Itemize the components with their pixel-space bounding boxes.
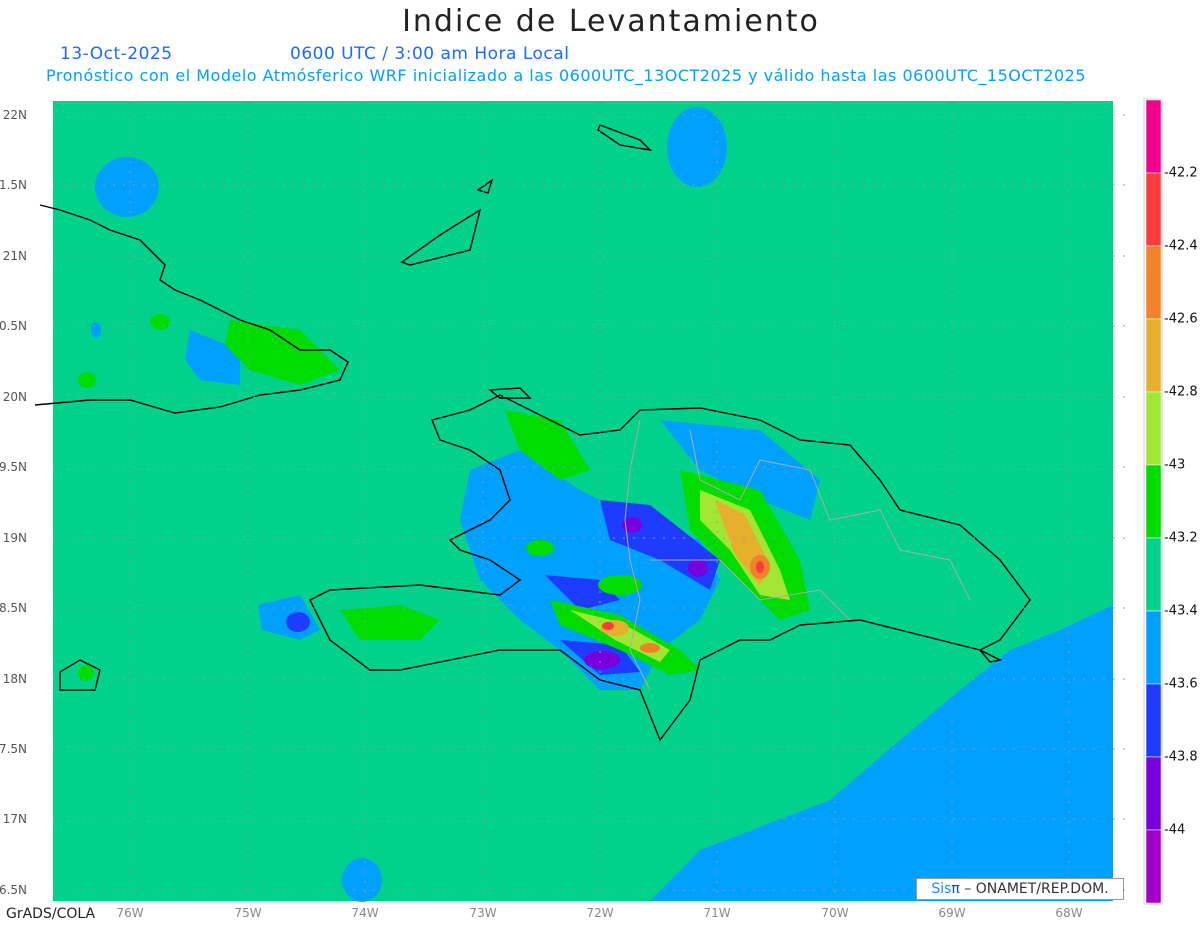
lon-label: 75W — [234, 906, 262, 920]
colorbar-label: -42.2 — [1164, 165, 1198, 181]
grads-footer: GrADS/COLA — [6, 906, 96, 922]
lat-label: 6.5N — [0, 883, 27, 897]
colorbar-swatch — [1145, 172, 1162, 247]
colorbar-swatch — [1145, 537, 1162, 612]
forecast-time: 0600 UTC / 3:00 am Hora Local — [290, 44, 570, 64]
map-canvas — [34, 98, 1163, 905]
brand-pi: π — [951, 881, 960, 897]
colorbar-swatch — [1145, 610, 1162, 685]
colorbar-swatch — [1145, 829, 1162, 904]
brand-sis: Sis — [931, 881, 952, 897]
lon-label: 76W — [116, 906, 144, 920]
lat-label: 1.5N — [0, 178, 27, 192]
colorbar-swatch — [1145, 756, 1162, 831]
lat-label: 21N — [2, 249, 27, 263]
colorbar-label: -43.2 — [1164, 530, 1198, 546]
lon-label: 68W — [1055, 906, 1083, 920]
lon-label: 73W — [469, 906, 497, 920]
colorbar-swatch — [1145, 683, 1162, 758]
credit-box: Sisπ – ONAMET/REP.DOM. — [916, 878, 1124, 900]
lat-label: 22N — [2, 108, 27, 122]
lat-label: 7.5N — [0, 742, 27, 756]
colorbar-swatch — [1145, 391, 1162, 466]
colorbar-label: -43.8 — [1164, 749, 1198, 765]
lat-label: 19N — [2, 531, 27, 545]
lat-label: 9.5N — [0, 460, 27, 474]
colorbar-swatch — [1145, 318, 1162, 393]
colorbar-label: -42.6 — [1164, 311, 1198, 327]
lon-label: 74W — [351, 906, 379, 920]
colorbar-swatch — [1145, 245, 1162, 320]
colorbar-swatch — [1145, 99, 1162, 174]
colorbar-label: -43.4 — [1164, 603, 1198, 619]
lon-label: 72W — [586, 906, 614, 920]
colorbar-swatch — [1145, 464, 1162, 539]
lon-label: 69W — [938, 906, 966, 920]
colorbar-label: -44 — [1164, 822, 1186, 838]
colorbar-label: -42.4 — [1164, 238, 1198, 254]
lon-label: 71W — [703, 906, 731, 920]
lat-label: 20N — [2, 390, 27, 404]
credit-text: – ONAMET/REP.DOM. — [959, 881, 1109, 897]
forecast-date: 13-Oct-2025 — [60, 44, 173, 64]
map-title: Indice de Levantamiento — [402, 4, 820, 39]
lat-label: 18N — [2, 672, 27, 686]
colorbar — [1145, 99, 1162, 904]
lat-label: 17N — [2, 812, 27, 826]
lon-label: 70W — [821, 906, 849, 920]
lat-label: 8.5N — [0, 601, 27, 615]
forecast-description: Pronóstico con el Modelo Atmósferico WRF… — [46, 66, 1087, 85]
lat-label: 0.5N — [0, 319, 27, 333]
colorbar-label: -43.6 — [1164, 676, 1198, 692]
colorbar-label: -42.8 — [1164, 384, 1198, 400]
colorbar-label: -43 — [1164, 457, 1186, 473]
